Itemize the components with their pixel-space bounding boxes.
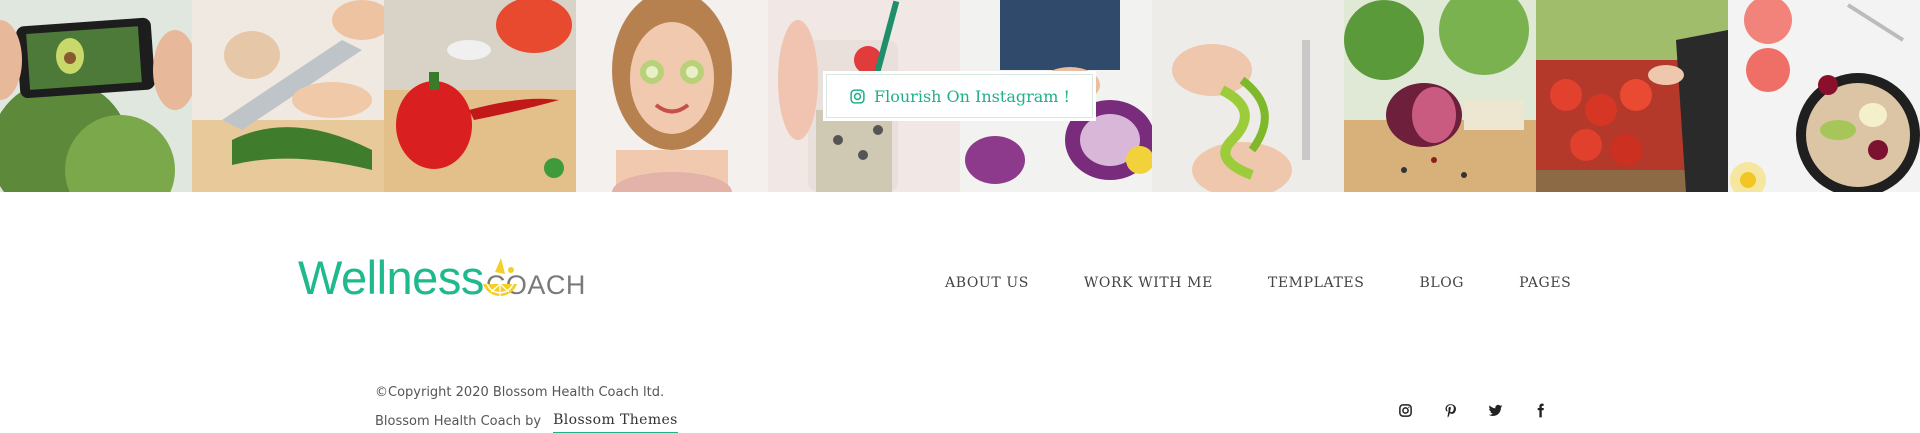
pinterest-icon[interactable]	[1443, 403, 1458, 418]
site-logo[interactable]: Wellness COACH	[298, 254, 586, 304]
instagram-photo[interactable]	[0, 0, 192, 192]
nav-item-work-with-me[interactable]: WORK WITH ME	[1084, 275, 1213, 291]
nav-item-blog[interactable]: BLOG	[1419, 275, 1464, 291]
instagram-photo[interactable]	[1344, 0, 1536, 192]
nav-item-pages[interactable]: PAGES	[1519, 275, 1571, 291]
facebook-icon[interactable]	[1533, 403, 1548, 418]
nav-item-templates[interactable]: TEMPLATES	[1268, 275, 1365, 291]
instagram-icon	[850, 88, 865, 104]
instagram-photo[interactable]	[384, 0, 576, 192]
nav-item-about-us[interactable]: ABOUT US	[945, 275, 1029, 291]
logo-wellness-text: Wellness	[298, 251, 484, 304]
instagram-photo[interactable]	[1536, 0, 1728, 192]
theme-credit: Blossom Health Coach by Blossom Themes	[375, 412, 678, 433]
blossom-themes-link[interactable]: Blossom Themes	[553, 412, 678, 433]
footer-nav: ABOUT US WORK WITH ME TEMPLATES BLOG PAG…	[945, 275, 1571, 291]
instagram-icon[interactable]	[1398, 403, 1413, 418]
instagram-photo[interactable]	[1152, 0, 1344, 192]
instagram-follow-label: Flourish On Instagram !	[874, 86, 1070, 106]
instagram-follow-button[interactable]: Flourish On Instagram !	[823, 71, 1096, 121]
copyright-text: ©Copyright 2020 Blossom Health Coach ltd…	[375, 385, 665, 400]
twitter-icon[interactable]	[1488, 403, 1503, 418]
instagram-photo[interactable]	[1728, 0, 1920, 192]
lemon-icon	[483, 258, 517, 297]
instagram-photo[interactable]	[576, 0, 768, 192]
instagram-photo[interactable]	[192, 0, 384, 192]
social-links	[1398, 403, 1548, 418]
credit-prefix: Blossom Health Coach by	[375, 414, 542, 429]
